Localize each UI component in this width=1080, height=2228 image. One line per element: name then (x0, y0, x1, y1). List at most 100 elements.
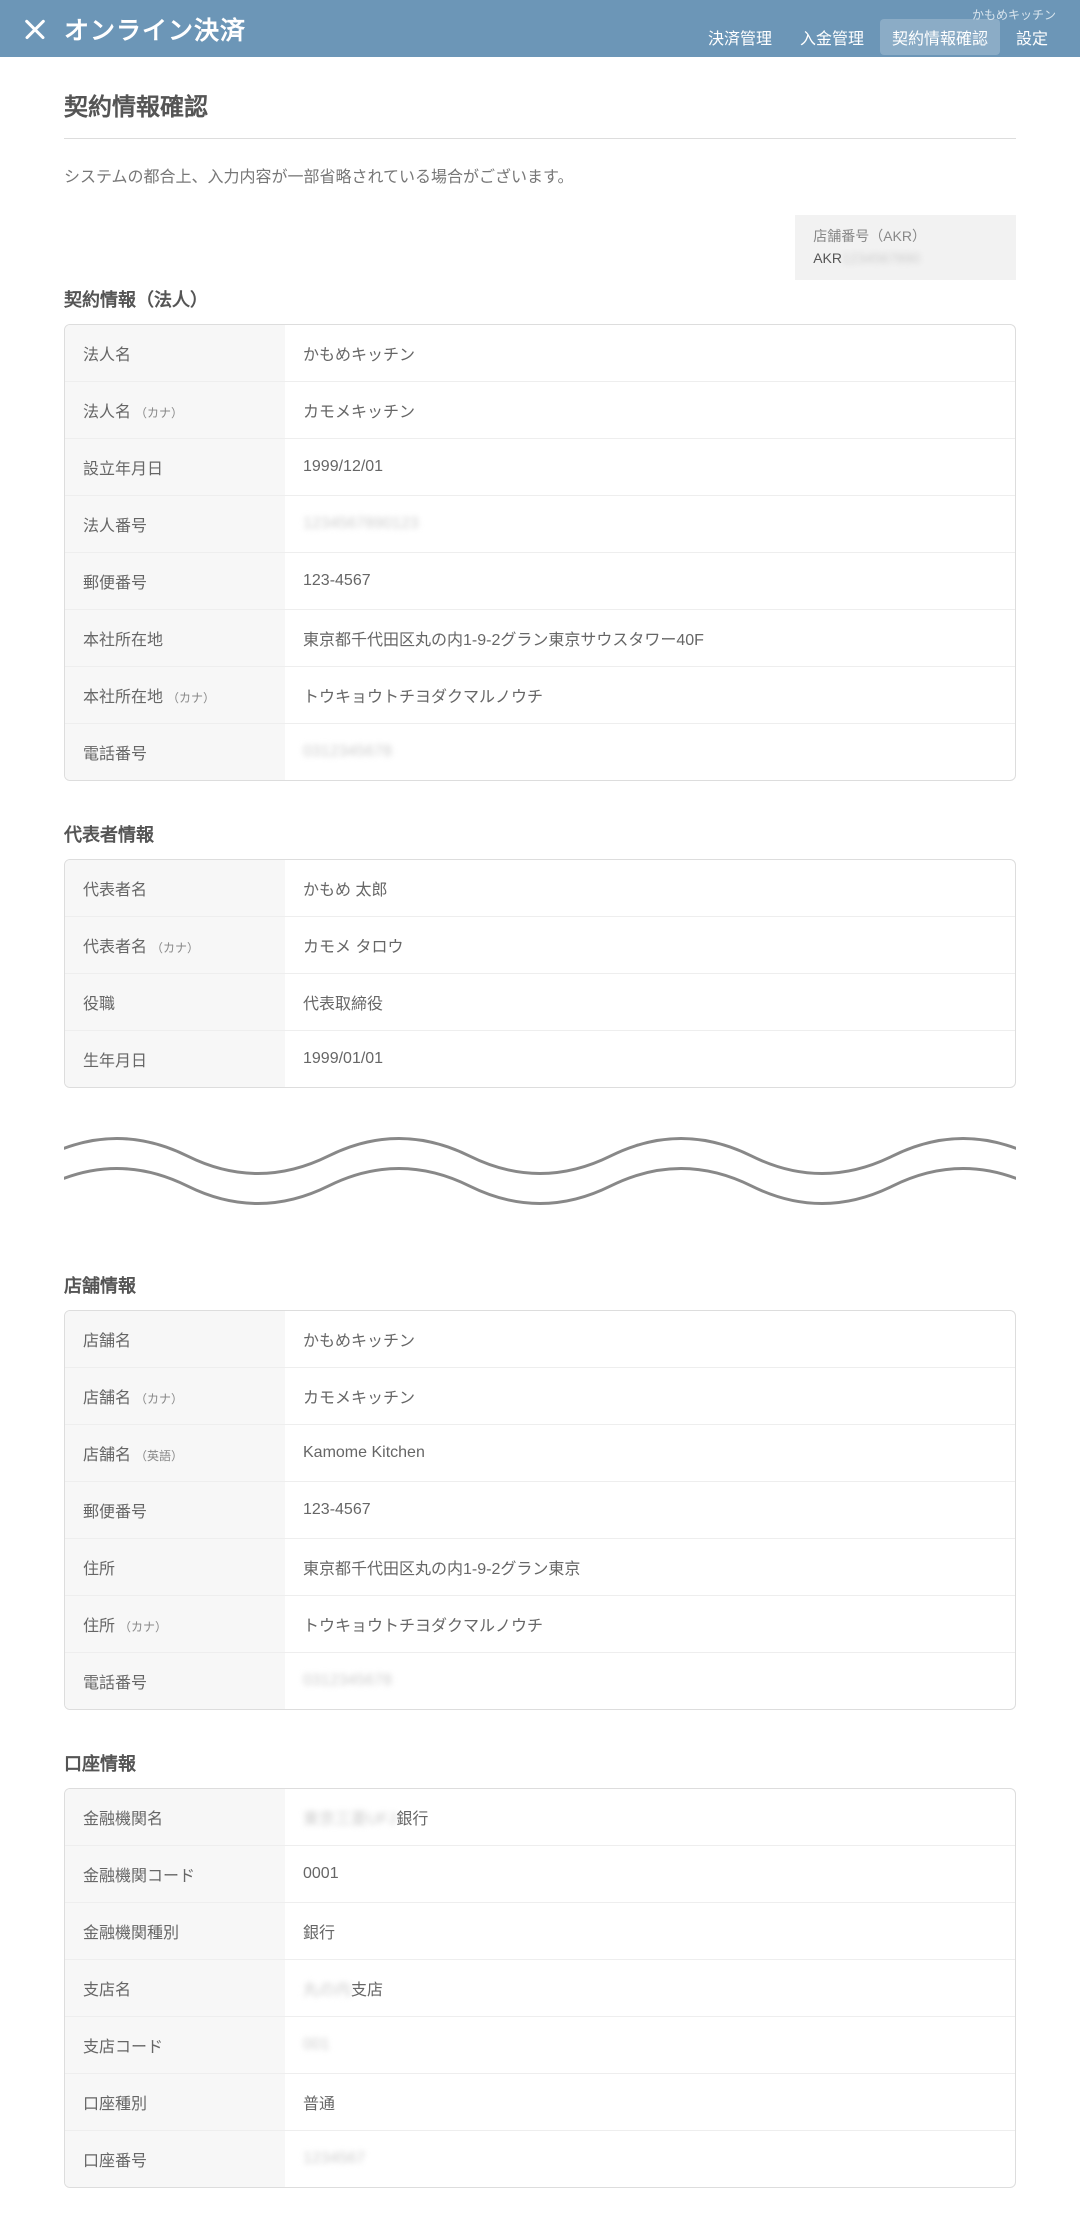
table-row: 設立年月日1999/12/01 (65, 439, 1015, 496)
row-label: 法人番号 (65, 496, 285, 553)
nav-item-settings[interactable]: 設定 (1004, 19, 1060, 55)
row-value: 東京都千代田区丸の内1-9-2グラン東京サウスタワー40F (285, 610, 1015, 667)
row-label-sub: （カナ） (135, 1392, 183, 1406)
store-info-table: 店舗名かもめキッチン店舗名（カナ）カモメキッチン店舗名（英語）Kamome Ki… (64, 1310, 1016, 1710)
row-label: 本社所在地 (65, 610, 285, 667)
representative-tbody: 代表者名かもめ 太郎代表者名（カナ）カモメ タロウ役職代表取締役生年月日1999… (65, 860, 1015, 1087)
table-row: 法人番号1234567890123 (65, 496, 1015, 553)
notice-text: システムの都合上、入力内容が一部省略されている場合がございます。 (64, 163, 1016, 187)
header-left: オンライン決済 (24, 11, 246, 47)
app-title: オンライン決済 (64, 11, 246, 47)
store-number-label: 店舗番号（AKR） (813, 225, 926, 247)
row-label: 金融機関種別 (65, 1903, 285, 1960)
row-value: 東京三菱UFJ銀行 (285, 1789, 1015, 1846)
table-row: 法人名かもめキッチン (65, 325, 1015, 382)
row-value: Kamome Kitchen (285, 1425, 1015, 1482)
row-value: かもめキッチン (285, 325, 1015, 382)
table-row: 金融機関コード0001 (65, 1846, 1015, 1903)
row-label: 本社所在地（カナ） (65, 667, 285, 724)
close-icon[interactable] (24, 18, 46, 40)
store-number-badge: 店舗番号（AKR） AKR1234567890 (795, 215, 1016, 280)
row-value: 普通 (285, 2074, 1015, 2131)
row-label-sub: （カナ） (119, 1620, 167, 1634)
row-label: 店舗名（カナ） (65, 1368, 285, 1425)
row-label: 電話番号 (65, 724, 285, 780)
table-row: 店舗名かもめキッチン (65, 1311, 1015, 1368)
row-label: 代表者名 (65, 860, 285, 917)
nav-item-contract[interactable]: 契約情報確認 (880, 19, 1000, 55)
table-row: 郵便番号123-4567 (65, 1482, 1015, 1539)
corporate-tbody: 法人名かもめキッチン法人名 （カナ） カモメキッチン設立年月日1999/12/01法… (65, 325, 1015, 780)
section-title-representative: 代表者情報 (64, 821, 1016, 847)
table-row: 支店名丸の内支店 (65, 1960, 1015, 2017)
row-label-sub: （カナ） (135, 406, 183, 420)
row-value: 0001 (285, 1846, 1015, 1903)
table-row: 金融機関名東京三菱UFJ銀行 (65, 1789, 1015, 1846)
header-nav: 決済管理 入金管理 契約情報確認 設定 (696, 19, 1060, 55)
table-row: 電話番号0312345678 (65, 724, 1015, 780)
row-value: 1234567 (285, 2131, 1015, 2187)
table-row: 生年月日1999/01/01 (65, 1031, 1015, 1087)
table-row: 金融機関種別銀行 (65, 1903, 1015, 1960)
row-label: 金融機関名 (65, 1789, 285, 1846)
content-break-wave (64, 1116, 1016, 1236)
row-value: トウキョウトチヨダクマルノウチ (285, 667, 1015, 724)
row-label: 支店名 (65, 1960, 285, 2017)
section-title-corporate: 契約情報（法人） (64, 286, 1016, 312)
table-row: 口座番号1234567 (65, 2131, 1015, 2187)
row-value: かもめキッチン (285, 1311, 1015, 1368)
row-label: 店舗名 (65, 1311, 285, 1368)
row-value: 001 (285, 2017, 1015, 2074)
row-label: 役職 (65, 974, 285, 1031)
bank-tbody: 金融機関名東京三菱UFJ銀行金融機関コード0001金融機関種別銀行支店名丸の内支… (65, 1789, 1015, 2187)
table-row: 電話番号0312345678 (65, 1653, 1015, 1709)
row-value: 丸の内支店 (285, 1960, 1015, 2017)
store-number-prefix: AKR (813, 250, 842, 266)
row-value: かもめ 太郎 (285, 860, 1015, 917)
table-row: 本社所在地（カナ）トウキョウトチヨダクマルノウチ (65, 667, 1015, 724)
row-label: 口座種別 (65, 2074, 285, 2131)
table-row: 郵便番号123-4567 (65, 553, 1015, 610)
section-title-store: 店舗情報 (64, 1272, 1016, 1298)
table-row: 役職代表取締役 (65, 974, 1015, 1031)
row-value: 代表取締役 (285, 974, 1015, 1031)
table-row: 本社所在地東京都千代田区丸の内1-9-2グラン東京サウスタワー40F (65, 610, 1015, 667)
header-bar: オンライン決済 かもめキッチン 決済管理 入金管理 契約情報確認 設定 (0, 0, 1080, 57)
nav-item-deposits[interactable]: 入金管理 (788, 19, 876, 55)
page-title: 契約情報確認 (64, 87, 1016, 139)
table-row: 代表者名（カナ）カモメ タロウ (65, 917, 1015, 974)
row-label: 金融機関コード (65, 1846, 285, 1903)
table-row: 住所東京都千代田区丸の内1-9-2グラン東京 (65, 1539, 1015, 1596)
header-restaurant-name: かもめキッチン (972, 6, 1056, 23)
row-value: 銀行 (285, 1903, 1015, 1960)
section-title-bank: 口座情報 (64, 1750, 1016, 1776)
row-label: 郵便番号 (65, 1482, 285, 1539)
row-label-sub: （英語） (135, 1449, 183, 1463)
representative-info-table: 代表者名かもめ 太郎代表者名（カナ）カモメ タロウ役職代表取締役生年月日1999… (64, 859, 1016, 1088)
row-label: 住所（カナ） (65, 1596, 285, 1653)
row-label: 法人名 (65, 325, 285, 382)
table-row: 口座種別普通 (65, 2074, 1015, 2131)
store-number-value: 1234567890 (842, 250, 920, 266)
row-value: カモメキッチン (285, 382, 1015, 439)
row-label: 代表者名（カナ） (65, 917, 285, 974)
table-row: 住所（カナ）トウキョウトチヨダクマルノウチ (65, 1596, 1015, 1653)
table-row: 法人名（カナ）カモメキッチン (65, 382, 1015, 439)
table-row: 店舗名（カナ）カモメキッチン (65, 1368, 1015, 1425)
main-content: 契約情報確認 システムの都合上、入力内容が一部省略されている場合がございます。 … (0, 57, 1080, 2228)
row-value: 東京都千代田区丸の内1-9-2グラン東京 (285, 1539, 1015, 1596)
row-label: 電話番号 (65, 1653, 285, 1709)
row-label-sub: （カナ） (151, 941, 199, 955)
store-tbody: 店舗名かもめキッチン店舗名（カナ）カモメキッチン店舗名（英語）Kamome Ki… (65, 1311, 1015, 1709)
row-value: 1234567890123 (285, 496, 1015, 553)
row-label-sub: （カナ） (167, 691, 215, 705)
row-value: 0312345678 (285, 724, 1015, 780)
nav-item-payments[interactable]: 決済管理 (696, 19, 784, 55)
row-label: 住所 (65, 1539, 285, 1596)
row-label: 支店コード (65, 2017, 285, 2074)
table-row: 代表者名かもめ 太郎 (65, 860, 1015, 917)
row-label: 設立年月日 (65, 439, 285, 496)
row-value: 1999/01/01 (285, 1031, 1015, 1087)
row-label: 郵便番号 (65, 553, 285, 610)
row-label: 店舗名（英語） (65, 1425, 285, 1482)
